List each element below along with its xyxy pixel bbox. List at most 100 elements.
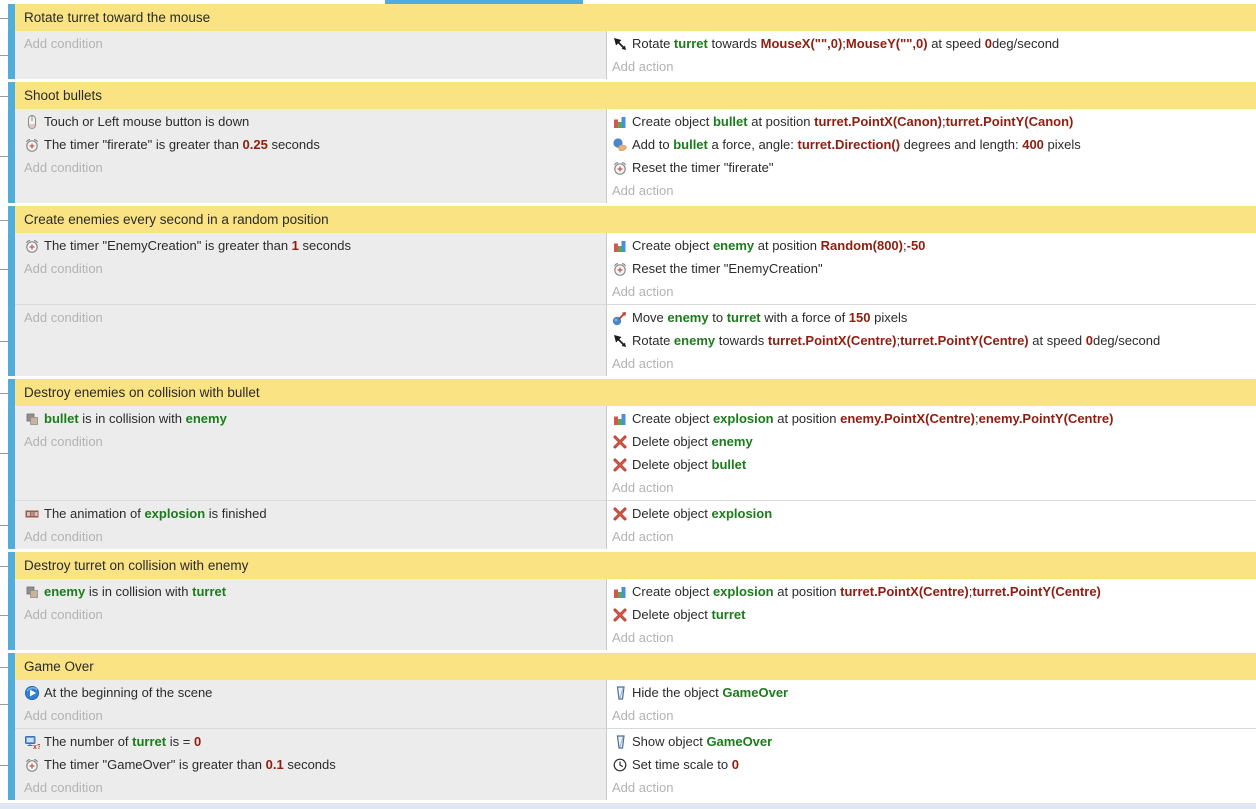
- plain-text: Rotate: [632, 333, 674, 348]
- conditions-cell[interactable]: Touch or Left mouse button is down The ti…: [15, 109, 607, 203]
- action-row[interactable]: Reset the timer "EnemyCreation": [612, 257, 1256, 280]
- event-sheet: Rotate turret toward the mouseAdd condit…: [0, 0, 1256, 809]
- begin-icon: [24, 685, 40, 701]
- condition-row[interactable]: enemy is in collision with turret: [24, 580, 606, 603]
- action-row[interactable]: Create object bullet at position turret.…: [612, 110, 1256, 133]
- plain-text: The timer "GameOver" is greater than: [44, 757, 266, 772]
- add-condition-button[interactable]: Add condition: [24, 430, 606, 453]
- actions-cell[interactable]: Show object GameOverSet time scale to 0A…: [607, 729, 1256, 800]
- action-row[interactable]: Show object GameOver: [612, 730, 1256, 753]
- plain-text: seconds: [268, 137, 320, 152]
- conditions-cell[interactable]: bullet is in collision with enemyAdd con…: [15, 406, 607, 500]
- plain-text: at speed: [928, 36, 985, 51]
- add-condition-button[interactable]: Add condition: [24, 525, 606, 548]
- action-row[interactable]: Create object explosion at position turr…: [612, 580, 1256, 603]
- conditions-cell[interactable]: The animation of explosion is finishedAd…: [15, 501, 607, 549]
- condition-row[interactable]: bullet is in collision with enemy: [24, 407, 606, 430]
- actions-cell[interactable]: Create object bullet at position turret.…: [607, 109, 1256, 203]
- add-action-button[interactable]: Add action: [612, 704, 1256, 727]
- condition-row[interactable]: x?The number of turret is = 0: [24, 730, 606, 753]
- object-name: bullet: [44, 411, 79, 426]
- conditions-cell[interactable]: Add condition: [15, 305, 607, 376]
- add-action-button[interactable]: Add action: [612, 352, 1256, 375]
- delete-icon: [612, 607, 628, 623]
- condition-row[interactable]: At the beginning of the scene: [24, 681, 606, 704]
- actions-cell[interactable]: Hide the object GameOverAdd action: [607, 680, 1256, 728]
- create-icon: [612, 584, 628, 600]
- action-row[interactable]: Create object explosion at position enem…: [612, 407, 1256, 430]
- action-row[interactable]: Delete object turret: [612, 603, 1256, 626]
- collision-icon: [24, 584, 40, 600]
- add-action-button[interactable]: Add action: [612, 626, 1256, 649]
- conditions-cell[interactable]: The timer "EnemyCreation" is greater tha…: [15, 233, 607, 304]
- action-row[interactable]: Reset the timer "firerate": [612, 156, 1256, 179]
- plain-text: at position: [748, 114, 815, 129]
- condition-row[interactable]: The animation of explosion is finished: [24, 502, 606, 525]
- plain-text: deg/second: [992, 36, 1059, 51]
- action-row[interactable]: Delete object bullet: [612, 453, 1256, 476]
- add-action-button[interactable]: Add action: [612, 280, 1256, 303]
- actions-cell[interactable]: Create object explosion at position enem…: [607, 406, 1256, 500]
- conditions-cell[interactable]: Add condition: [15, 31, 607, 79]
- plain-text: towards: [708, 36, 761, 51]
- event-group: Create enemies every second in a random …: [8, 206, 1256, 376]
- action-row[interactable]: Delete object enemy: [612, 430, 1256, 453]
- condition-row[interactable]: Touch or Left mouse button is down: [24, 110, 606, 133]
- add-condition-button[interactable]: Add condition: [24, 257, 606, 280]
- group-comment-header[interactable]: Create enemies every second in a random …: [15, 206, 1256, 233]
- condition-row[interactable]: The timer "EnemyCreation" is greater tha…: [24, 234, 606, 257]
- conditions-cell[interactable]: x?The number of turret is = 0The timer "…: [15, 729, 607, 800]
- add-action-button[interactable]: Add action: [612, 776, 1256, 799]
- bottom-scrollbar-track[interactable]: [0, 803, 1256, 809]
- condition-text: Touch or Left mouse button is down: [44, 114, 249, 129]
- action-row[interactable]: Hide the object GameOver: [612, 681, 1256, 704]
- action-text: Delete object bullet: [632, 457, 746, 472]
- add-action-button[interactable]: Add action: [612, 476, 1256, 499]
- plain-text: Create object: [632, 114, 713, 129]
- add-action-button[interactable]: Add action: [612, 179, 1256, 202]
- plain-text: The animation of: [44, 506, 144, 521]
- add-condition-button[interactable]: Add condition: [24, 603, 606, 626]
- delete-icon: [612, 434, 628, 450]
- plain-text: The timer "EnemyCreation" is greater tha…: [44, 238, 292, 253]
- rotate-icon: [612, 36, 628, 52]
- plain-text: Create object: [632, 584, 713, 599]
- action-row[interactable]: Create object enemy at position Random(8…: [612, 234, 1256, 257]
- actions-cell[interactable]: Create object explosion at position turr…: [607, 579, 1256, 650]
- collision-icon: [24, 411, 40, 427]
- group-comment-header[interactable]: Game Over: [15, 653, 1256, 680]
- group-comment-header[interactable]: Shoot bullets: [15, 82, 1256, 109]
- expression-value: turret.PointY(Canon): [946, 114, 1074, 129]
- actions-cell[interactable]: Delete object explosionAdd action: [607, 501, 1256, 549]
- object-name: explosion: [712, 506, 773, 521]
- action-row[interactable]: Delete object explosion: [612, 502, 1256, 525]
- plain-text: seconds: [299, 238, 351, 253]
- condition-row[interactable]: The timer "GameOver" is greater than 0.1…: [24, 753, 606, 776]
- add-condition-button[interactable]: Add condition: [24, 32, 606, 55]
- group-comment-header[interactable]: Destroy enemies on collision with bullet: [15, 379, 1256, 406]
- conditions-cell[interactable]: At the beginning of the sceneAdd conditi…: [15, 680, 607, 728]
- action-row[interactable]: Move enemy to turret with a force of 150…: [612, 306, 1256, 329]
- action-row[interactable]: Set time scale to 0: [612, 753, 1256, 776]
- group-comment-header[interactable]: Destroy turret on collision with enemy: [15, 552, 1256, 579]
- plain-text: at position: [774, 584, 841, 599]
- add-action-button[interactable]: Add action: [612, 525, 1256, 548]
- action-row[interactable]: Rotate enemy towards turret.PointX(Centr…: [612, 329, 1256, 352]
- action-row[interactable]: Rotate turret towards MouseX("",0);Mouse…: [612, 32, 1256, 55]
- add-condition-button[interactable]: Add condition: [24, 306, 606, 329]
- action-row[interactable]: Add to bullet a force, angle: turret.Dir…: [612, 133, 1256, 156]
- add-condition-button[interactable]: Add condition: [24, 776, 606, 799]
- add-condition-button[interactable]: Add condition: [24, 704, 606, 727]
- object-name: explosion: [713, 411, 774, 426]
- event-row: bullet is in collision with enemyAdd con…: [15, 406, 1256, 500]
- object-name: explosion: [144, 506, 205, 521]
- add-action-button[interactable]: Add action: [612, 55, 1256, 78]
- conditions-cell[interactable]: enemy is in collision with turretAdd con…: [15, 579, 607, 650]
- actions-cell[interactable]: Move enemy to turret with a force of 150…: [607, 305, 1256, 376]
- add-condition-button[interactable]: Add condition: [24, 156, 606, 179]
- actions-cell[interactable]: Create object enemy at position Random(8…: [607, 233, 1256, 304]
- object-name: turret: [192, 584, 226, 599]
- actions-cell[interactable]: Rotate turret towards MouseX("",0);Mouse…: [607, 31, 1256, 79]
- group-comment-header[interactable]: Rotate turret toward the mouse: [15, 4, 1256, 31]
- condition-row[interactable]: The timer "firerate" is greater than 0.2…: [24, 133, 606, 156]
